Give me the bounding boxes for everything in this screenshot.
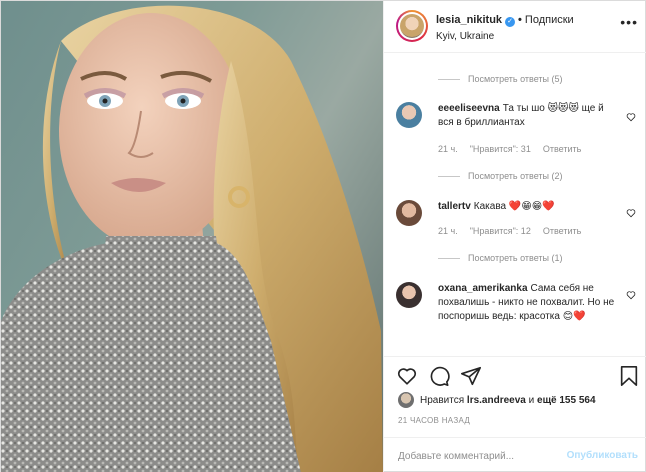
comment-item: eeeeliseevna Та ты шо 😻😻😻 ще й вся в брил… [396, 102, 638, 182]
comment-text: oxana_amerikanka Сама себя не похвалишь -… [438, 282, 618, 324]
publish-button[interactable]: Опубликовать [567, 450, 638, 461]
follow-button[interactable]: Подписки [525, 14, 574, 26]
commenter-username[interactable]: eeeeliseevna [438, 103, 500, 114]
commenter-avatar[interactable] [396, 282, 422, 308]
post-photo[interactable] [1, 1, 383, 472]
comment-text: eeeeliseevna Та ты шо 😻😻😻 ще й вся в брил… [438, 102, 618, 130]
comment-text: tallertv Какава ❤️😁😁❤️ [438, 200, 618, 214]
author-username[interactable]: lesia_nikituk [436, 14, 502, 26]
comment-item: tallertv Какава ❤️😁😁❤️ 21 ч. "Нравится": 1… [396, 200, 638, 260]
portrait-illustration [1, 5, 383, 472]
post-side-panel: lesia_nikituk ✓ • Подписки Kyiv, Ukraine ••… [383, 1, 646, 472]
author-info: lesia_nikituk ✓ • Подписки [436, 14, 574, 27]
reply-button[interactable]: Ответить [543, 226, 581, 236]
view-replies-button[interactable]: Посмотреть ответы (1) [438, 253, 563, 263]
comment-item: oxana_amerikanka Сама себя не похвалишь -… [396, 282, 638, 352]
comment-heart-icon[interactable] [626, 112, 636, 122]
reply-button[interactable]: Ответить [543, 144, 581, 154]
likes-conjunction: и [528, 394, 535, 406]
view-replies-button[interactable]: Посмотреть ответы (2) [438, 171, 563, 181]
instagram-post: lesia_nikituk ✓ • Подписки Kyiv, Ukraine ••… [0, 0, 646, 472]
bookmark-icon[interactable] [618, 365, 640, 387]
more-horizontal-icon[interactable]: ••• [620, 14, 638, 30]
header-separator: • [518, 14, 522, 26]
comment-heart-icon[interactable] [626, 208, 636, 218]
comment-icon[interactable] [428, 365, 450, 387]
comment-likes[interactable]: "Нравится": 12 [470, 226, 531, 236]
view-replies-button[interactable]: Посмотреть ответы (5) [438, 74, 563, 84]
comment-content: Какава ❤️😁😁❤️ [473, 201, 555, 212]
author-avatar[interactable] [396, 10, 428, 42]
comment-likes[interactable]: "Нравится": 31 [470, 144, 531, 154]
comment-input[interactable] [398, 447, 558, 465]
post-header: lesia_nikituk ✓ • Подписки Kyiv, Ukraine ••… [384, 1, 646, 53]
likes-count[interactable]: ещё 155 564 [537, 395, 596, 406]
commenter-username[interactable]: oxana_amerikanka [438, 283, 528, 294]
comment-time: 21 ч. [438, 226, 458, 236]
commenter-avatar[interactable] [396, 102, 422, 128]
comments-list[interactable]: Посмотреть ответы (5) eeeeliseevna Та ты … [384, 54, 646, 356]
commenter-avatar[interactable] [396, 200, 422, 226]
comment-meta: 21 ч. "Нравится": 12 Ответить [438, 226, 593, 236]
add-comment-bar: Опубликовать [384, 437, 646, 472]
liker-username[interactable]: lrs.andreeva [467, 395, 526, 406]
likes-prefix: Нравится [420, 394, 465, 406]
verified-badge-icon: ✓ [505, 17, 516, 27]
likes-summary[interactable]: Нравится lrs.andreeva и ещё 155 564 [398, 392, 596, 408]
post-timestamp[interactable]: 21 ЧАСОВ НАЗАД [398, 416, 470, 425]
heart-icon[interactable] [396, 365, 418, 387]
post-location[interactable]: Kyiv, Ukraine [436, 31, 494, 42]
comment-heart-icon[interactable] [626, 290, 636, 300]
liker-avatar [398, 392, 414, 408]
share-icon[interactable] [460, 365, 482, 387]
comment-meta: 21 ч. "Нравится": 31 Ответить [438, 144, 593, 154]
comment-time: 21 ч. [438, 144, 458, 154]
commenter-username[interactable]: tallertv [438, 201, 471, 212]
post-actions-bar [384, 356, 646, 390]
